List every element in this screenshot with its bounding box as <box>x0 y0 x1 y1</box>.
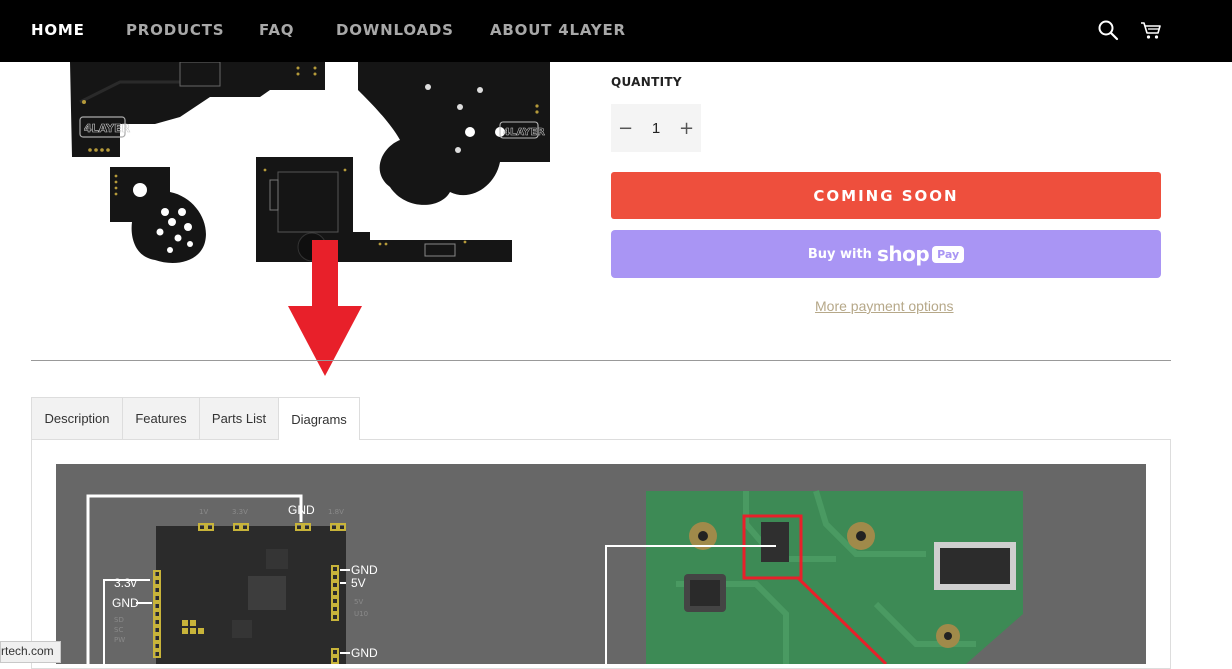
status-bar-url: rtech.com <box>0 641 61 663</box>
diagram-label-gnd-right-1: GND <box>351 563 378 577</box>
coming-soon-button[interactable]: COMING SOON <box>611 172 1161 219</box>
tab-features[interactable]: Features <box>122 397 200 439</box>
logo-4layer-2: 4LAYER <box>503 127 545 138</box>
svg-text:PW: PW <box>114 636 125 644</box>
svg-text:3.3V: 3.3V <box>232 508 248 516</box>
cart-icon[interactable] <box>1139 18 1163 42</box>
search-icon[interactable] <box>1096 18 1120 42</box>
pay-badge: Pay <box>932 245 965 263</box>
wiring-diagram-graphic: 1V 3.3V 1.8V SD SC PW 5V U10 GND 3.3v GND GND… <box>86 490 1023 664</box>
svg-text:1V: 1V <box>199 508 208 516</box>
quantity-label: QUANTITY <box>611 75 682 89</box>
nav-home[interactable]: HOME <box>31 21 85 39</box>
diagram-label-3v3: 3.3v <box>114 576 137 590</box>
nav-products[interactable]: PRODUCTS <box>126 21 224 39</box>
quantity-input[interactable]: 1 <box>640 104 672 152</box>
shop-logo: shop <box>876 242 930 266</box>
nav-downloads[interactable]: DOWNLOADS <box>336 21 454 39</box>
quantity-increase-button[interactable]: + <box>672 104 701 152</box>
tab-description[interactable]: Description <box>31 397 123 439</box>
more-payment-options-link[interactable]: More payment options <box>815 298 954 314</box>
diagram-label-gnd-right-2: GND <box>351 646 378 660</box>
svg-text:1.8V: 1.8V <box>328 508 344 516</box>
shop-pay-buy-label: Buy with <box>807 246 872 262</box>
top-navigation: HOME PRODUCTS FAQ DOWNLOADS ABOUT 4LAYER <box>0 0 1232 62</box>
nav-faq[interactable]: FAQ <box>259 21 294 39</box>
nav-about[interactable]: ABOUT 4LAYER <box>490 21 626 39</box>
logo-4layer-1: 4LAYER <box>84 122 131 135</box>
shop-pay-button[interactable]: Buy with shop Pay <box>611 230 1161 278</box>
tab-diagrams[interactable]: Diagrams <box>278 397 360 440</box>
red-arrow-annotation <box>288 240 362 376</box>
section-divider <box>31 360 1171 361</box>
quantity-stepper: − 1 + <box>611 104 701 152</box>
svg-text:U10: U10 <box>354 610 368 618</box>
diagram-label-gnd-top: GND <box>288 503 315 517</box>
tab-parts-list[interactable]: Parts List <box>199 397 279 439</box>
diagram-label-5v: 5V <box>351 576 366 590</box>
svg-text:SC: SC <box>114 626 123 634</box>
svg-text:5V: 5V <box>354 598 363 606</box>
wiring-diagram: 1V 3.3V 1.8V SD SC PW 5V U10 GND 3.3v GND GND… <box>56 464 1146 664</box>
svg-text:SD: SD <box>114 616 124 624</box>
quantity-decrease-button[interactable]: − <box>611 104 640 152</box>
diagram-label-gnd-left: GND <box>112 596 139 610</box>
